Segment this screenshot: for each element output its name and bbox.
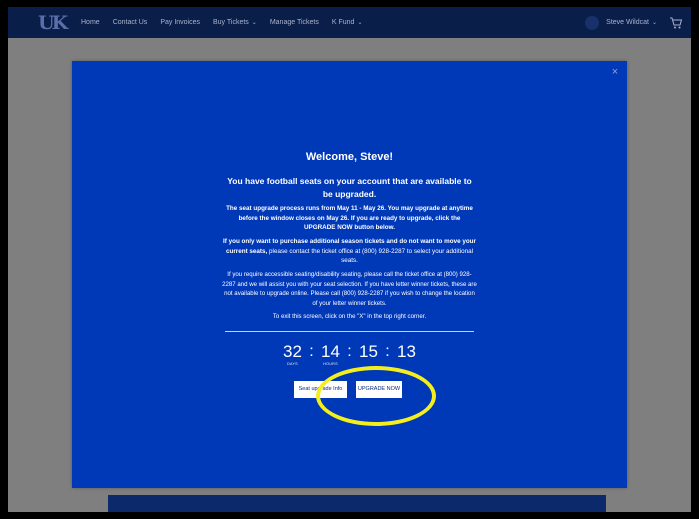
nav-manage-tickets-label: Manage Tickets <box>269 19 319 26</box>
upgrade-window-text: The seat upgrade process runs from May 1… <box>226 205 473 231</box>
user-name: Steve Wildcat <box>606 19 649 26</box>
countdown-separator: : <box>309 343 314 360</box>
user-menu[interactable]: Steve Wildcat ⌄ <box>585 7 683 38</box>
chevron-down-icon: ⌄ <box>651 20 657 26</box>
page-footer-strip <box>108 495 606 512</box>
countdown-separator: : <box>347 343 352 360</box>
minutes-value: 15 <box>359 342 378 361</box>
welcome-heading: Welcome, Steve! <box>305 151 394 163</box>
upgrade-modal: × Welcome, Steve! You have football seat… <box>72 61 627 488</box>
highlight-annotation <box>316 366 436 426</box>
nav-contact-us[interactable]: Contact Us <box>113 19 148 26</box>
countdown-seconds: 13 <box>393 343 421 361</box>
nav-home[interactable]: Home <box>81 19 100 26</box>
countdown-days: 32 DAYS <box>279 342 307 367</box>
days-value: 32 <box>283 342 302 361</box>
hours-value: 14 <box>321 342 340 361</box>
top-navbar: UK Home Contact Us Pay Invoices Buy Tick… <box>8 7 691 38</box>
countdown-minutes: 15 <box>355 343 383 361</box>
hours-label: HOURS <box>323 362 338 366</box>
avatar <box>585 15 600 30</box>
days-label: DAYS <box>287 362 298 366</box>
countdown-separator: : <box>385 343 390 360</box>
cart-icon[interactable] <box>669 16 683 30</box>
nav-manage-tickets[interactable]: Manage Tickets <box>270 19 319 26</box>
nav-links: Home Contact Us Pay Invoices Buy Tickets… <box>81 7 375 38</box>
nav-k-fund[interactable]: K Fund ⌄ <box>332 19 363 26</box>
nav-home-label: Home <box>81 19 100 26</box>
uk-logo[interactable]: UK <box>38 11 72 35</box>
nav-k-fund-label: K Fund <box>331 19 355 26</box>
countdown-timer: 32 DAYS : 14 HOURS : 15 : 13 <box>72 342 627 367</box>
divider <box>225 331 474 332</box>
exit-instructions: To exit this screen, click on the "X" in… <box>272 313 427 320</box>
nav-pay-invoices-label: Pay Invoices <box>160 19 200 26</box>
accessible-seating-text: If you require accessible seating/disabi… <box>222 271 477 307</box>
additional-tickets-text: If you only want to purchase additional … <box>222 237 477 266</box>
nav-contact-us-label: Contact Us <box>112 19 148 26</box>
nav-pay-invoices[interactable]: Pay Invoices <box>160 19 200 26</box>
countdown-hours: 14 HOURS <box>317 342 345 367</box>
seconds-value: 13 <box>397 342 416 361</box>
nav-buy-tickets[interactable]: Buy Tickets ⌄ <box>213 19 257 26</box>
chevron-down-icon: ⌄ <box>357 20 363 26</box>
modal-subtitle: You have football seats on your account … <box>227 176 472 199</box>
chevron-down-icon: ⌄ <box>251 20 257 26</box>
additional-tickets-rest: please contact the ticket office at (800… <box>267 247 474 265</box>
close-icon[interactable]: × <box>610 67 620 78</box>
nav-buy-tickets-label: Buy Tickets <box>213 19 249 26</box>
